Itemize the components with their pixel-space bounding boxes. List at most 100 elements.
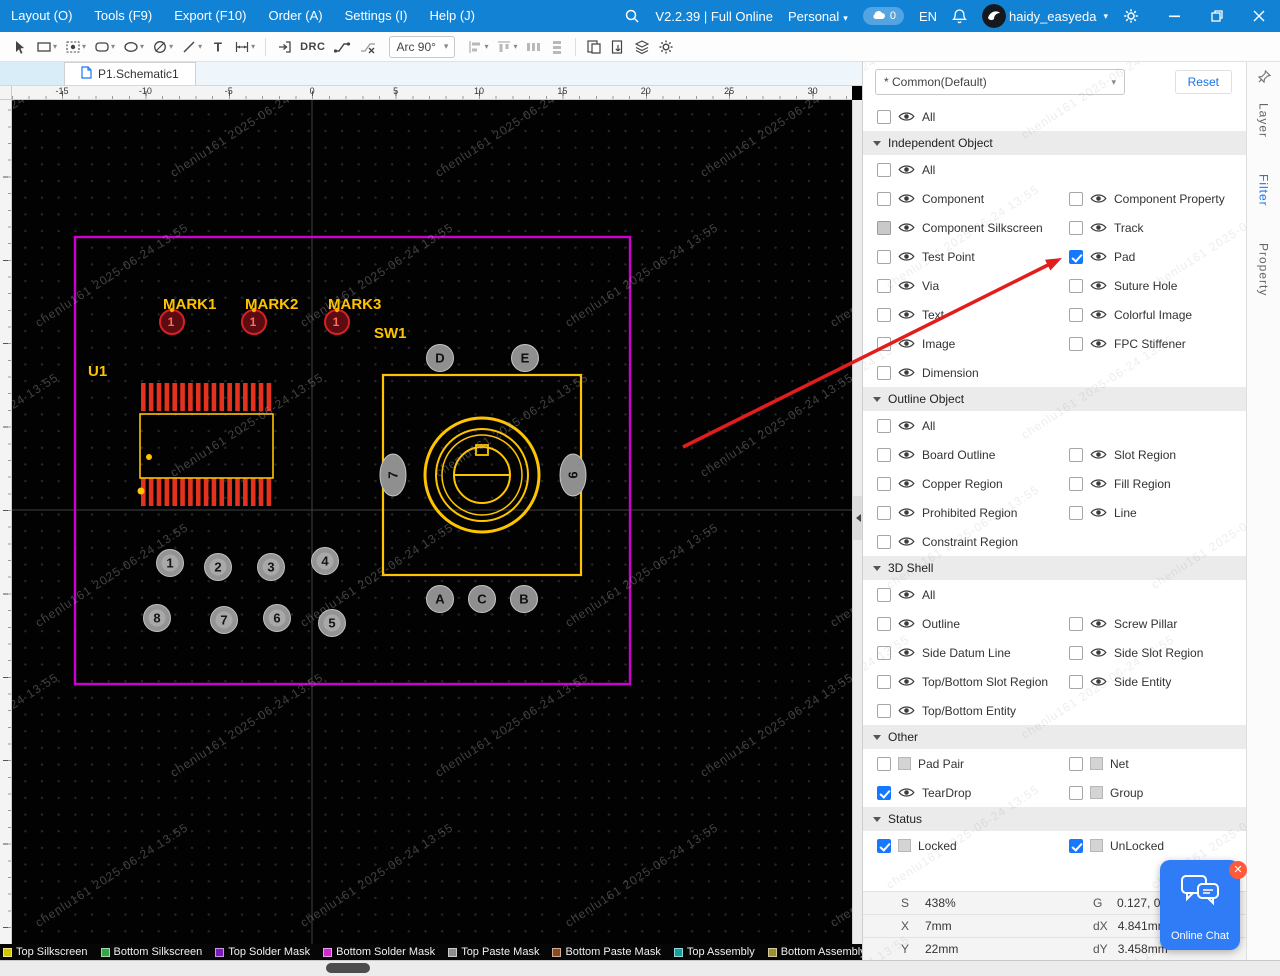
section-3d-shell[interactable]: 3D Shell <box>863 556 1246 580</box>
eye-icon-image[interactable] <box>898 338 915 349</box>
checkbox-screw-pillar[interactable] <box>1069 617 1083 631</box>
filter-preset-select[interactable]: * Common(Default)▾ <box>875 69 1125 95</box>
eye-icon-fpc-stiffener[interactable] <box>1090 338 1107 349</box>
chat-close-icon[interactable]: ✕ <box>1229 861 1247 879</box>
checkbox-test-point[interactable] <box>877 250 891 264</box>
route-tool[interactable] <box>330 36 354 58</box>
eye-icon-top-bottom-slot-region[interactable] <box>898 676 915 687</box>
tab-schematic1[interactable]: P1.Schematic1 <box>64 62 196 85</box>
disabled-eye-box-group[interactable] <box>1090 786 1103 799</box>
menu-layout-o[interactable]: Layout (O) <box>0 0 83 32</box>
layer-chip-bottom-assembly[interactable]: Bottom Assembly <box>768 946 862 958</box>
search-icon[interactable] <box>624 8 640 24</box>
checkbox-all[interactable] <box>877 588 891 602</box>
eye-icon-copper-region[interactable] <box>898 478 915 489</box>
dimension-tool[interactable]: ▾ <box>231 36 258 58</box>
menu-tools-f9[interactable]: Tools (F9) <box>83 0 163 32</box>
plan-dropdown[interactable]: Personal▾ <box>788 9 848 24</box>
disabled-eye-box-unlocked[interactable] <box>1090 839 1103 852</box>
panel-tab-layer[interactable]: Layer <box>1257 103 1271 138</box>
disabled-eye-box-locked[interactable] <box>898 839 911 852</box>
eye-icon-component-silkscreen[interactable] <box>898 222 915 233</box>
menu-export-f10[interactable]: Export (F10) <box>163 0 257 32</box>
checkbox-fpc-stiffener[interactable] <box>1069 337 1083 351</box>
drc-button[interactable]: DRC <box>297 38 328 56</box>
canvas-vertical-scrollbar[interactable] <box>852 100 862 944</box>
checkbox-unlocked[interactable] <box>1069 839 1083 853</box>
align-left-tool[interactable]: ▾ <box>464 36 491 58</box>
layer-chip-bottom-paste-mask[interactable]: Bottom Paste Mask <box>552 946 660 958</box>
eye-icon-pad[interactable] <box>1090 251 1107 262</box>
import-tool[interactable] <box>273 36 295 58</box>
checkbox-component-property[interactable] <box>1069 192 1083 206</box>
checkbox-slot-region[interactable] <box>1069 448 1083 462</box>
select-tool[interactable] <box>9 36 31 58</box>
checkbox-dimension[interactable] <box>877 366 891 380</box>
checkbox-top-bottom-entity[interactable] <box>877 704 891 718</box>
component-u1[interactable]: U1 <box>88 363 273 506</box>
minimize-button[interactable] <box>1154 0 1196 32</box>
distribute-vertical-tool[interactable] <box>546 36 568 58</box>
eye-icon-fill-region[interactable] <box>1090 478 1107 489</box>
online-chat-widget[interactable]: Online Chat <box>1160 860 1240 950</box>
line-tool[interactable]: ▾ <box>178 36 205 58</box>
menu-help-j[interactable]: Help (J) <box>419 0 487 32</box>
eye-icon-all[interactable] <box>898 164 915 175</box>
checkbox-side-slot-region[interactable] <box>1069 646 1083 660</box>
checkbox-track[interactable] <box>1069 221 1083 235</box>
reset-button[interactable]: Reset <box>1175 70 1232 94</box>
checkbox-prohibited-region[interactable] <box>877 506 891 520</box>
checkbox-all[interactable] <box>877 110 891 124</box>
scrollbar-thumb[interactable] <box>326 963 370 973</box>
eye-icon-board-outline[interactable] <box>898 449 915 460</box>
checkbox-component[interactable] <box>877 192 891 206</box>
checkbox-component-silkscreen[interactable] <box>877 221 891 235</box>
pad-tool[interactable]: ▾ <box>62 36 89 58</box>
eye-icon-side-entity[interactable] <box>1090 676 1107 687</box>
checkbox-colorful-image[interactable] <box>1069 308 1083 322</box>
checkbox-locked[interactable] <box>877 839 891 853</box>
eye-icon-prohibited-region[interactable] <box>898 507 915 518</box>
checkbox-line[interactable] <box>1069 506 1083 520</box>
checkbox-copper-region[interactable] <box>877 477 891 491</box>
checkbox-all[interactable] <box>877 419 891 433</box>
checkbox-pad[interactable] <box>1069 250 1083 264</box>
checkbox-fill-region[interactable] <box>1069 477 1083 491</box>
checkbox-all[interactable] <box>877 163 891 177</box>
eye-icon-via[interactable] <box>898 280 915 291</box>
rounded-rect-tool[interactable]: ▾ <box>91 36 118 58</box>
checkbox-text[interactable] <box>877 308 891 322</box>
settings-gear-icon[interactable] <box>1123 8 1139 24</box>
pin-icon[interactable] <box>1257 70 1271 89</box>
section-other[interactable]: Other <box>863 725 1246 749</box>
checkbox-teardrop[interactable] <box>877 786 891 800</box>
pcb-drawing[interactable]: MARK1MARK2MARK3111 U1 SW1DE76ACB 12348765 <box>12 100 852 944</box>
eye-icon-text[interactable] <box>898 309 915 320</box>
section-independent-object[interactable]: Independent Object <box>863 131 1246 155</box>
fiducial-marks[interactable]: MARK1MARK2MARK3111 <box>160 296 381 334</box>
checkbox-side-entity[interactable] <box>1069 675 1083 689</box>
layer-chip-bottom-solder-mask[interactable]: Bottom Solder Mask <box>323 946 435 958</box>
disabled-eye-box-net[interactable] <box>1090 757 1103 770</box>
component-sw1[interactable]: SW1DE76ACB <box>374 325 586 613</box>
checkbox-side-datum-line[interactable] <box>877 646 891 660</box>
section-outline-object[interactable]: Outline Object <box>863 387 1246 411</box>
menu-settings-i[interactable]: Settings (I) <box>334 0 419 32</box>
eye-icon-constraint-region[interactable] <box>898 536 915 547</box>
pcb-canvas[interactable]: MARK1MARK2MARK3111U1SW1DE76ACB12348765 c… <box>12 100 852 944</box>
text-tool[interactable]: T <box>207 36 229 58</box>
panel-tab-filter[interactable]: Filter <box>1257 174 1271 207</box>
connector-pads[interactable]: 12348765 <box>144 548 346 637</box>
checkbox-pad-pair[interactable] <box>877 757 891 771</box>
arc-mode-select[interactable]: Arc 90°▾ <box>389 36 455 58</box>
checkbox-suture-hole[interactable] <box>1069 279 1083 293</box>
checkbox-board-outline[interactable] <box>877 448 891 462</box>
layer-chip-top-solder-mask[interactable]: Top Solder Mask <box>215 946 310 958</box>
eye-icon-screw-pillar[interactable] <box>1090 618 1107 629</box>
remove-route-tool[interactable] <box>356 36 380 58</box>
disabled-eye-box-pad-pair[interactable] <box>898 757 911 770</box>
checkbox-outline[interactable] <box>877 617 891 631</box>
eye-icon-all[interactable] <box>898 111 915 122</box>
close-button[interactable] <box>1238 0 1280 32</box>
cloud-sync-badge[interactable]: 0 <box>863 7 904 25</box>
